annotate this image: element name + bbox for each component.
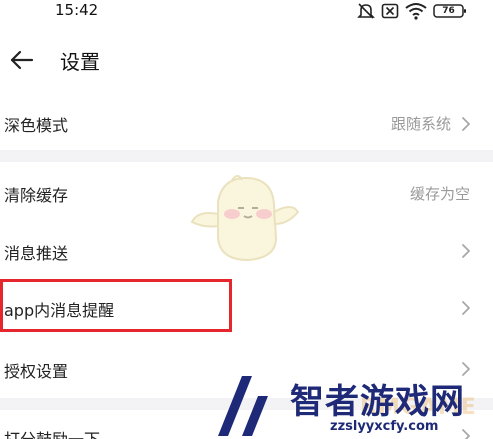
site-logo-icon bbox=[218, 376, 268, 436]
battery-icon: 76 bbox=[433, 2, 467, 20]
settings-screen: 15:42 76 设置 深色模式 跟随系统 清除缓存 缓存为空 消息推送 app… bbox=[0, 0, 493, 439]
dark-mode-label: 深色模式 bbox=[4, 116, 69, 135]
chevron-right-icon bbox=[462, 301, 470, 315]
close-box-icon bbox=[381, 2, 399, 20]
push-label: 消息推送 bbox=[4, 244, 69, 263]
chevron-right-icon bbox=[462, 117, 470, 131]
in-app-reminder-label: app内消息提醒 bbox=[4, 301, 115, 320]
mute-icon bbox=[357, 2, 375, 20]
dark-mode-value: 跟随系统 bbox=[390, 115, 451, 133]
clear-cache-label: 清除缓存 bbox=[4, 186, 69, 205]
battery-level: 76 bbox=[442, 6, 455, 16]
status-icons: 76 bbox=[357, 2, 467, 20]
settings-row-dark-mode[interactable]: 深色模式 跟随系统 bbox=[0, 100, 487, 146]
settings-row-in-app-reminder[interactable]: app内消息提醒 bbox=[0, 281, 487, 333]
mascot-watermark-icon bbox=[190, 175, 300, 262]
section-separator bbox=[0, 150, 493, 162]
watermark-site-name: 智者游戏网 bbox=[290, 382, 465, 422]
back-arrow-icon[interactable] bbox=[8, 46, 36, 74]
chevron-right-icon bbox=[462, 244, 470, 258]
chevron-right-icon bbox=[462, 429, 470, 439]
wifi-icon bbox=[405, 2, 427, 20]
clear-cache-value: 缓存为空 bbox=[409, 185, 470, 203]
page-title: 设置 bbox=[60, 50, 100, 74]
authorization-label: 授权设置 bbox=[4, 362, 69, 381]
rate-label: 打分鼓励一下 bbox=[4, 426, 100, 439]
status-bar: 15:42 76 bbox=[0, 0, 493, 26]
status-time: 15:42 bbox=[55, 1, 99, 19]
header: 设置 bbox=[0, 38, 493, 82]
watermark-site-url: zzslyyxcfy.com bbox=[330, 419, 439, 434]
